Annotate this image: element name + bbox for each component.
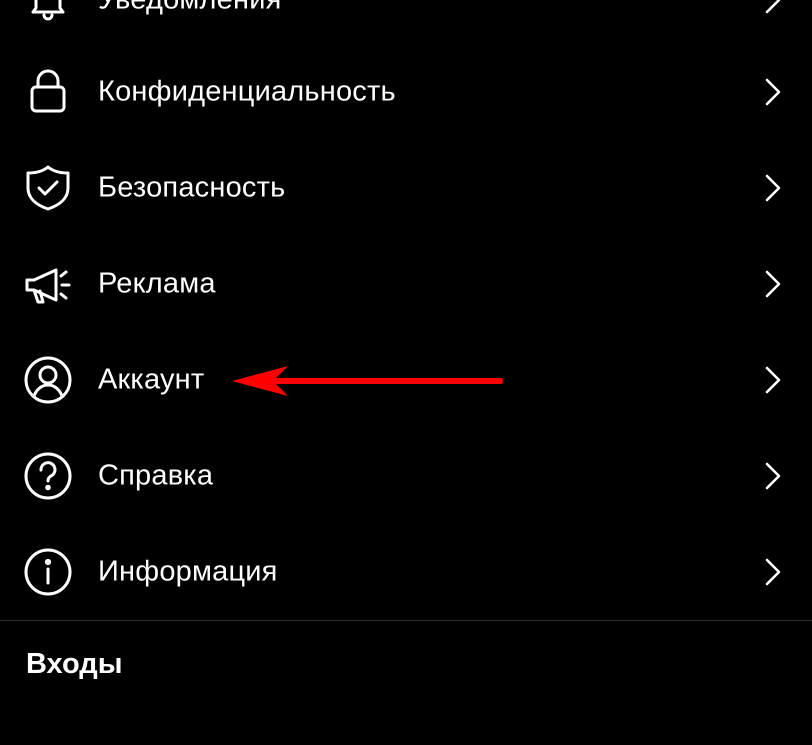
chevron-right-icon (764, 77, 782, 107)
menu-item-label: Конфиденциальность (98, 75, 396, 108)
user-circle-icon (22, 354, 74, 406)
info-circle-icon (22, 546, 74, 598)
menu-item-security[interactable]: Безопасность (0, 140, 812, 236)
chevron-right-icon (764, 365, 782, 395)
bell-icon (22, 0, 74, 26)
menu-item-label: Аккаунт (98, 363, 205, 396)
chevron-right-icon (764, 461, 782, 491)
chevron-right-icon (764, 0, 782, 15)
help-circle-icon (22, 450, 74, 502)
menu-item-label: Реклама (98, 267, 216, 300)
chevron-right-icon (764, 173, 782, 203)
red-arrow-annotation (232, 366, 503, 396)
shield-check-icon (22, 162, 74, 214)
lock-icon (22, 66, 74, 118)
section-divider (0, 620, 812, 621)
menu-item-label: Информация (98, 555, 278, 588)
menu-item-notifications[interactable]: Уведомления (0, 0, 812, 48)
menu-item-ads[interactable]: Реклама (0, 236, 812, 332)
megaphone-icon (22, 258, 74, 310)
menu-item-information[interactable]: Информация (0, 524, 812, 620)
menu-item-label: Безопасность (98, 171, 286, 204)
menu-item-label: Справка (98, 459, 214, 492)
chevron-right-icon (764, 557, 782, 587)
menu-item-help[interactable]: Справка (0, 428, 812, 524)
chevron-right-icon (764, 269, 782, 299)
menu-item-privacy[interactable]: Конфиденциальность (0, 44, 812, 140)
menu-item-label: Уведомления (98, 0, 282, 15)
section-title-logins: Входы (26, 648, 123, 680)
